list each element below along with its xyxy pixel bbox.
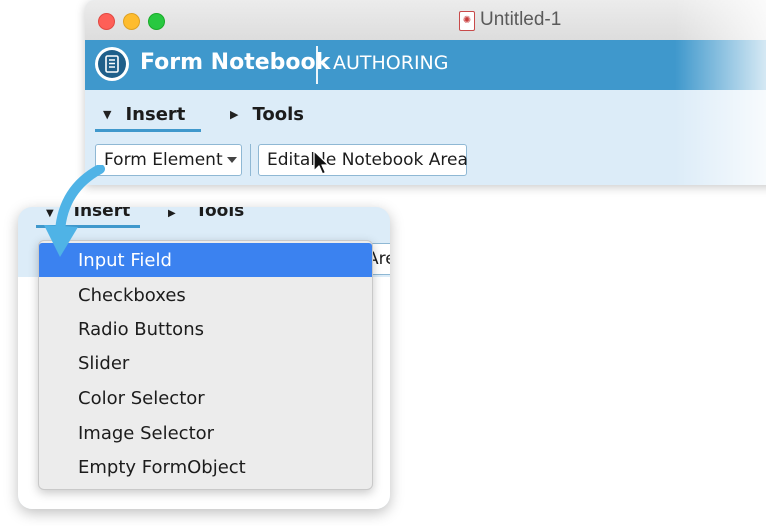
- triangle-right-icon: ▶: [230, 107, 239, 121]
- menu-item-checkboxes[interactable]: Checkboxes: [39, 278, 372, 312]
- menu-item-label: Empty FormObject: [78, 456, 246, 478]
- menu-item-color-selector[interactable]: Color Selector: [39, 381, 372, 415]
- app-window: ✺ Untitled-1 Form Notebook AUTHORING ▼ I…: [85, 0, 766, 185]
- curved-arrow-icon: [44, 165, 105, 257]
- mode-label: AUTHORING: [333, 52, 449, 74]
- window-title: Untitled-1: [480, 9, 562, 30]
- tab-tools-label: Tools: [252, 103, 304, 125]
- app-header: Form Notebook AUTHORING: [85, 40, 766, 90]
- menu-item-label: Slider: [78, 352, 130, 374]
- panel-tab-tools[interactable]: ▶ Tools: [168, 207, 244, 221]
- menu-item-label: Radio Buttons: [78, 318, 204, 340]
- chevron-down-icon: [227, 157, 237, 163]
- menu-item-image-selector[interactable]: Image Selector: [39, 416, 372, 450]
- mouse-pointer-icon: [313, 150, 330, 175]
- panel-tab-tools-label: Tools: [195, 207, 245, 221]
- menu-item-empty-formobject[interactable]: Empty FormObject: [39, 450, 372, 484]
- form-element-button[interactable]: Form Element: [95, 144, 242, 176]
- tab-insert-label: Insert: [125, 103, 186, 125]
- triangle-down-icon: ▼: [103, 107, 112, 121]
- editable-area-label: Editable Notebook Area: [267, 150, 468, 170]
- notebook-icon: [95, 47, 129, 81]
- form-element-label: Form Element: [104, 150, 223, 170]
- menu-item-slider[interactable]: Slider: [39, 346, 372, 380]
- ribbon-separator: [250, 144, 251, 176]
- app-name: Form Notebook: [140, 50, 331, 75]
- editable-notebook-area-button[interactable]: Editable Notebook Area: [258, 144, 468, 176]
- tab-insert[interactable]: ▼ Insert: [103, 98, 185, 130]
- tab-tools[interactable]: ▶ Tools: [230, 98, 304, 130]
- menu-item-radio-buttons[interactable]: Radio Buttons: [39, 312, 372, 346]
- minimize-window-button[interactable]: [123, 13, 140, 30]
- menu-item-label: Checkboxes: [78, 284, 186, 306]
- close-window-button[interactable]: [98, 13, 115, 30]
- menu-item-label: Image Selector: [78, 422, 215, 444]
- edge-fade: [675, 0, 766, 185]
- title-bar: ✺ Untitled-1: [85, 0, 766, 41]
- active-tab-indicator: [95, 129, 201, 132]
- header-divider: [316, 46, 318, 84]
- form-element-menu: Input Field Checkboxes Radio Buttons Sli…: [38, 240, 373, 490]
- menu-item-label: Color Selector: [78, 387, 205, 409]
- document-icon: ✺: [459, 11, 475, 31]
- zoom-window-button[interactable]: [148, 13, 165, 30]
- triangle-right-icon: ▶: [168, 208, 176, 219]
- ribbon-tabs: ▼ Insert ▶ Tools: [85, 98, 766, 132]
